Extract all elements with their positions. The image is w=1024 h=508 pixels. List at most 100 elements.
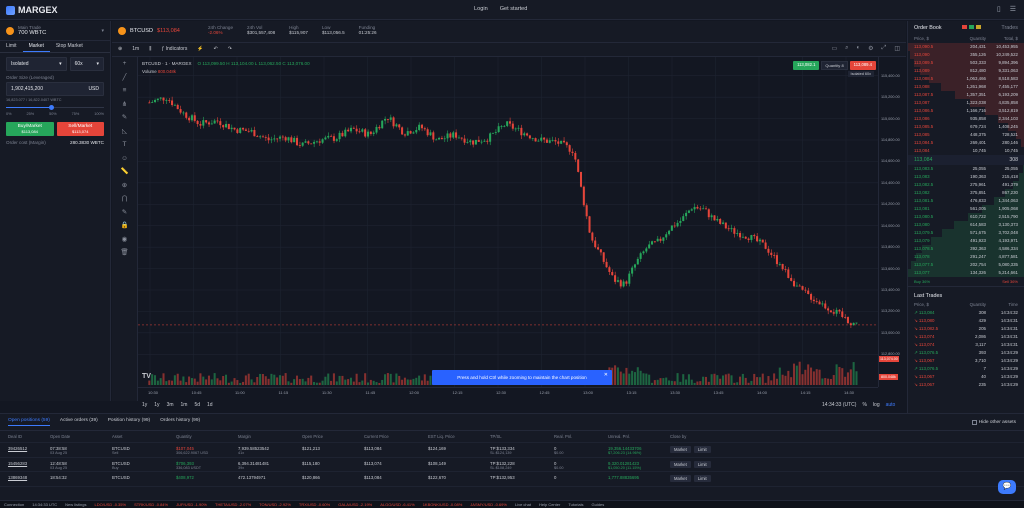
range-button[interactable]: 1m [181,402,188,408]
trend-line-icon[interactable]: ╱ [112,71,137,85]
range-button[interactable]: 1d [207,402,213,408]
ticker-item[interactable]: STRK/USD -0.84% [134,502,168,507]
tab-position-history[interactable]: Position history (99) [108,418,150,426]
ticker-item[interactable]: TRX/USD -0.60% [299,502,330,507]
book-row[interactable]: 113,090 355,126 10,249,522 [908,51,1024,59]
eye-icon[interactable]: ◉ [112,233,137,247]
column-header[interactable]: Quantity [176,434,238,439]
slider-mark[interactable]: 25% [26,112,34,116]
book-row[interactable]: 113,081 561,005 1,905,068 [908,205,1024,213]
tab-orders-history[interactable]: Orders history (99) [160,418,200,426]
text-icon[interactable]: T [112,138,137,152]
ticker-item[interactable]: Tutorials [568,502,583,507]
ticker-item[interactable]: Live chat [515,502,531,507]
log-toggle[interactable]: log [873,402,880,408]
close-market-button[interactable]: Market [670,460,691,468]
ticker-item[interactable]: 1KBONK/USD -0.08% [423,502,463,507]
margin-mode-select[interactable]: Isolated ▾ [6,57,67,71]
ticker-item[interactable]: LDO/USD -0.35% [95,502,127,507]
size-slider[interactable] [6,104,104,112]
lock-icon[interactable]: 🔒 [112,219,137,233]
range-button[interactable]: 3m [167,402,174,408]
chat-icon[interactable]: 💬 [998,480,1016,494]
quick-buy-button[interactable]: 113,089.4 [849,61,876,70]
ticker-item[interactable]: Help Center [539,502,560,507]
column-header[interactable]: Current Price [364,434,428,439]
price-chart[interactable]: BTCUSD · 1 · MARGEX O 113,099.50 H 113,1… [138,57,878,387]
ticker-item[interactable]: THETA/USD -2.07% [215,502,251,507]
book-row[interactable]: 113,089 812,480 9,331,063 [908,67,1024,75]
column-header[interactable]: TP/SL [490,434,554,439]
tab-limit[interactable]: Limit [0,41,23,52]
book-row[interactable]: 113,082.5 275,961 491,379 [908,181,1024,189]
ticker-item[interactable]: New listings [65,502,86,507]
mobile-icon[interactable]: ▯ [997,5,1001,13]
book-row[interactable]: 113,077.5 202,754 5,080,335 [908,261,1024,269]
ruler-icon[interactable]: 📏 [112,165,137,179]
candlestick-chart[interactable] [138,57,878,387]
book-row[interactable]: 113,090.5 204,431 10,453,955 [908,43,1024,51]
column-header[interactable]: Margin [238,434,302,439]
bids-view-icon[interactable] [969,25,974,29]
book-row[interactable]: 113,079.5 571,675 3,702,048 [908,229,1024,237]
brush-icon[interactable]: ✎ [112,111,137,125]
book-row[interactable]: 113,080 614,583 3,130,373 [908,221,1024,229]
leverage-select[interactable]: 60x ▾ [69,57,104,71]
range-button[interactable]: 1y [142,402,147,408]
ticker-item[interactable]: JUP/USD -1.90% [176,502,207,507]
book-row[interactable]: 113,084 10,745 10,745 [908,147,1024,155]
book-row[interactable]: 113,079 491,923 4,193,971 [908,237,1024,245]
column-header[interactable]: Deal ID [8,434,50,439]
book-row[interactable]: 113,086 935,858 2,344,103 [908,115,1024,123]
book-row[interactable]: 113,083 190,363 215,418 [908,173,1024,181]
tab-stop-market[interactable]: Stop Market [50,41,89,52]
ticker-item[interactable]: Connection [4,502,24,507]
slider-mark[interactable]: 0% [6,112,12,116]
column-header[interactable]: Open Date [50,434,112,439]
book-layout-toggle[interactable] [962,25,981,31]
ticker-item[interactable]: Guides [592,502,605,507]
column-header[interactable]: Close by [670,434,740,439]
book-row[interactable]: 113,082 375,851 867,230 [908,189,1024,197]
tab-open-positions[interactable]: Open positions (59) [8,418,50,426]
camera-icon[interactable]: ◫ [894,45,900,52]
fullscreen-icon[interactable]: ▭ [831,45,837,52]
sell-market-button[interactable]: Sell/Market $113,074 [56,122,104,136]
get-started-link[interactable]: Get started [500,6,528,12]
book-row[interactable]: 113,081.5 476,833 1,344,063 [908,197,1024,205]
book-row[interactable]: 113,080.5 610,722 2,515,790 [908,213,1024,221]
position-row[interactable]: 15456283 12:48:58 03 Aug 25 BTCUSD Buy $706,3… [0,458,1024,472]
book-row[interactable]: 113,085.5 679,724 1,408,245 [908,123,1024,131]
crosshair-icon[interactable]: + [112,57,137,71]
lock-drawing-icon[interactable]: ✎ [112,206,137,220]
book-row[interactable]: 113,088 1,261,968 7,455,177 [908,83,1024,91]
quick-sell-button[interactable]: 113,082.1 [793,61,820,70]
price-axis[interactable]: 115,400.00 115,200.00 115,000.00 114,800.00… [878,57,906,387]
book-row[interactable]: 113,084.5 269,401 280,146 [908,139,1024,147]
search-icon[interactable]: ⌕ [845,45,848,52]
book-row[interactable]: 113,087.5 1,357,351 6,193,209 [908,91,1024,99]
magnet-icon[interactable]: ⋂ [112,192,137,206]
settings-icon[interactable]: ⚙ [868,45,873,52]
triangle-icon[interactable]: ◺ [112,125,137,139]
ticker-item[interactable]: TON/USD -2.92% [259,502,291,507]
book-row[interactable]: 113,077 134,326 5,214,661 [908,269,1024,277]
slider-mark[interactable]: 75% [72,112,80,116]
position-row[interactable]: 39426512 07:38:58 03 Aug 25 BTCUSD Sell $107,… [0,443,1024,458]
both-view-icon[interactable] [976,25,981,29]
slider-handle[interactable] [49,105,55,110]
trash-icon[interactable]: 🗑 [112,246,137,260]
add-symbol-icon[interactable]: ⊕ [118,46,122,52]
menu-icon[interactable]: ☰ [1010,5,1016,13]
column-header[interactable]: Asset [112,434,176,439]
ticker-item[interactable]: JASMY/USD -0.69% [470,502,507,507]
ticker-item[interactable]: GALA/USD -2.19% [338,502,372,507]
book-row[interactable]: 113,088.5 1,063,466 8,518,583 [908,75,1024,83]
book-row[interactable]: 113,086.5 1,166,716 3,512,819 [908,107,1024,115]
compare-icon[interactable]: ◐ [857,45,861,52]
asks-view-icon[interactable] [962,25,967,29]
interval-button[interactable]: 1m [132,46,139,52]
column-header[interactable]: EST Liq. Price [428,434,490,439]
book-row[interactable]: 113,078 291,247 4,877,581 [908,253,1024,261]
login-link[interactable]: Login [474,6,488,12]
